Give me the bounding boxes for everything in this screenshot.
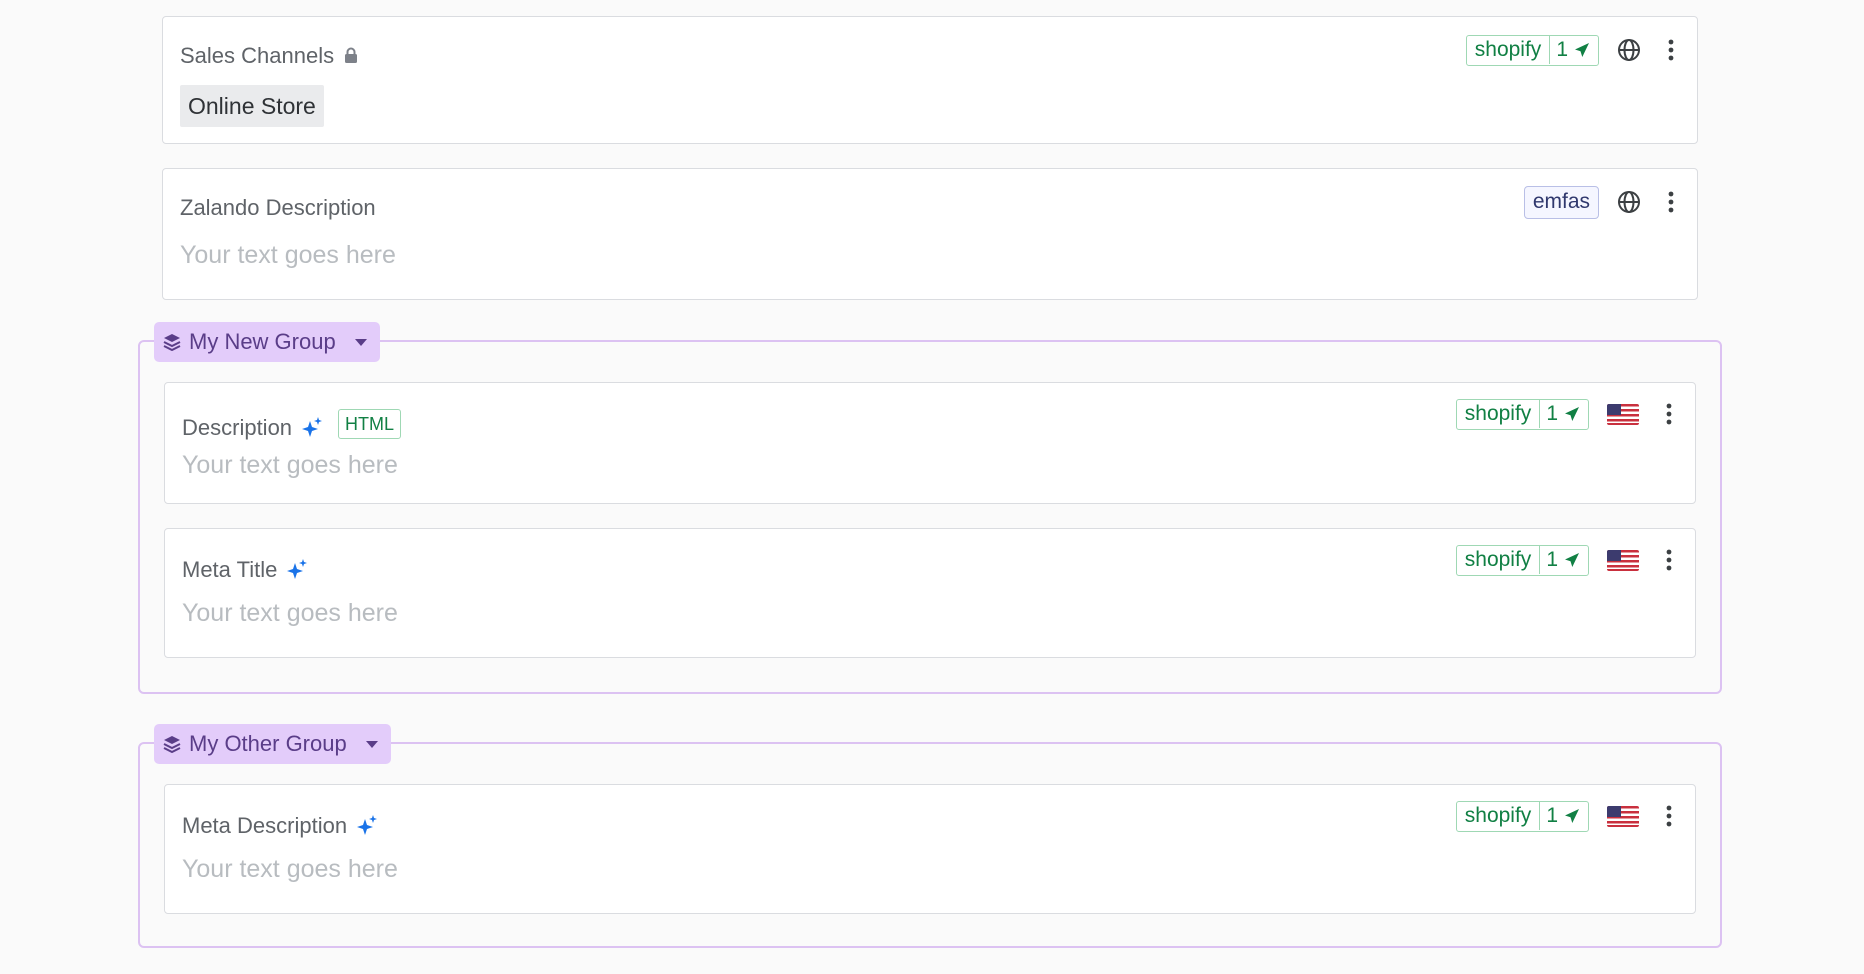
send-icon: [1565, 407, 1579, 421]
more-vert-icon[interactable]: [1657, 399, 1681, 429]
field-tools: shopify 1: [1455, 543, 1681, 577]
field-label: Description: [182, 415, 293, 440]
field-label: Zalando Description: [180, 195, 376, 220]
layers-icon: [163, 736, 181, 753]
badge-name: shopify: [1464, 402, 1532, 425]
more-vert-icon[interactable]: [1657, 801, 1681, 831]
send-icon: [1565, 553, 1579, 567]
group-header[interactable]: My Other Group: [154, 724, 391, 764]
badge-count: 1: [1539, 802, 1588, 830]
field-tools: shopify 1: [1455, 397, 1681, 431]
badge-name: shopify: [1474, 38, 1542, 61]
us-flag-icon[interactable]: [1607, 549, 1639, 571]
field-tools: shopify 1: [1465, 33, 1683, 67]
field-label: Sales Channels: [180, 43, 335, 68]
us-flag-icon[interactable]: [1607, 403, 1639, 425]
lock-icon: [344, 45, 358, 67]
group-header[interactable]: My New Group: [154, 322, 380, 362]
badge-count: 1: [1549, 36, 1598, 64]
online-store-chip[interactable]: Online Store: [180, 85, 324, 127]
more-vert-icon[interactable]: [1659, 35, 1683, 65]
description-label-row: Description HTML: [182, 409, 402, 443]
field-tools: shopify 1: [1455, 799, 1681, 833]
badge-count-value: 1: [1546, 548, 1558, 571]
badge-count: 1: [1539, 400, 1588, 428]
badge-count-value: 1: [1556, 38, 1568, 61]
globe-icon[interactable]: [1617, 187, 1641, 217]
meta-title-label-row: Meta Title: [182, 557, 308, 582]
badge-name: shopify: [1464, 804, 1532, 827]
globe-icon[interactable]: [1617, 35, 1641, 65]
description-card: Description HTML Your text goes here sho…: [164, 382, 1696, 504]
field-tools: emfas: [1523, 185, 1683, 219]
shopify-badge[interactable]: shopify 1: [1455, 800, 1589, 832]
zalando-label-row: Zalando Description: [180, 197, 376, 219]
send-icon: [1565, 809, 1579, 823]
caret-down-icon[interactable]: [365, 740, 379, 749]
more-vert-icon[interactable]: [1657, 545, 1681, 575]
meta-description-card: Meta Description Your text goes here sho…: [164, 784, 1696, 914]
shopify-badge[interactable]: shopify 1: [1455, 398, 1589, 430]
caret-down-icon[interactable]: [354, 338, 368, 347]
text-input[interactable]: Your text goes here: [182, 599, 398, 628]
badge-count-value: 1: [1546, 402, 1558, 425]
text-input[interactable]: Your text goes here: [182, 451, 398, 480]
zalando-description-card: Zalando Description Your text goes here …: [162, 168, 1698, 300]
shopify-badge[interactable]: shopify 1: [1465, 34, 1599, 66]
shopify-badge[interactable]: shopify 1: [1455, 544, 1589, 576]
badge-name: shopify: [1464, 548, 1532, 571]
meta-description-label-row: Meta Description: [182, 813, 378, 838]
sparkle-icon[interactable]: [287, 559, 308, 581]
emfas-badge[interactable]: emfas: [1523, 185, 1599, 219]
group-title: My New Group: [189, 329, 336, 354]
sparkle-icon[interactable]: [357, 815, 378, 837]
badge-count: 1: [1539, 546, 1588, 574]
text-input[interactable]: Your text goes here: [182, 855, 398, 884]
group-title: My Other Group: [189, 731, 347, 756]
field-label: Meta Description: [182, 813, 348, 838]
us-flag-icon[interactable]: [1607, 805, 1639, 827]
text-input[interactable]: Your text goes here: [180, 241, 396, 270]
field-label: Meta Title: [182, 557, 278, 582]
badge-count-value: 1: [1546, 804, 1558, 827]
sales-channels-card: Sales Channels Online Store shopify 1: [162, 16, 1698, 144]
sales-channels-label-row: Sales Channels: [180, 45, 358, 67]
send-icon: [1575, 43, 1589, 57]
html-badge[interactable]: HTML: [338, 409, 402, 439]
sparkle-icon[interactable]: [302, 417, 323, 439]
meta-title-card: Meta Title Your text goes here shopify 1: [164, 528, 1696, 658]
more-vert-icon[interactable]: [1659, 187, 1683, 217]
layers-icon: [163, 334, 181, 351]
